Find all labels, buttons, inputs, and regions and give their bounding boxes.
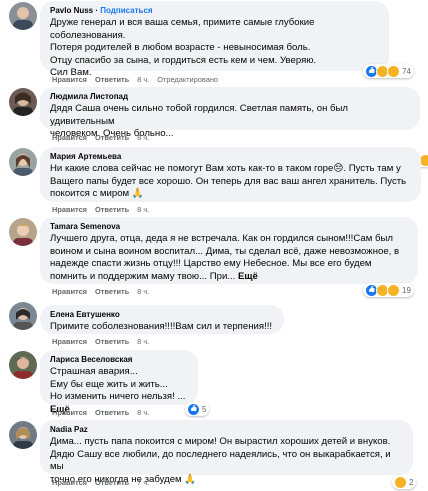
timestamp[interactable]: 8 ч. bbox=[137, 75, 149, 84]
follow-button[interactable]: Подписаться bbox=[100, 6, 152, 15]
author-name[interactable]: Лариса Веселовская bbox=[50, 355, 132, 364]
timestamp[interactable]: 8 ч. bbox=[137, 408, 149, 417]
reaction-count: 19 bbox=[402, 285, 411, 295]
comment-text: Друже генерал и вся ваша семья, примите … bbox=[50, 17, 317, 79]
reactions-badge[interactable]: 19 bbox=[363, 283, 414, 297]
avatar[interactable] bbox=[9, 218, 37, 246]
comment-actions: Нравится Ответить 8 ч. bbox=[52, 408, 157, 417]
comment-actions: Нравится Ответить 8 ч. bbox=[52, 205, 157, 214]
sad-reaction-icon bbox=[394, 475, 407, 489]
like-button[interactable]: Нравится bbox=[52, 205, 87, 214]
comment-bubble: Pavlo Nuss · Подписаться Друже генерал и… bbox=[40, 1, 389, 78]
comment-bubble: Nadia Paz Дима... пусть папа покоится с … bbox=[40, 420, 413, 485]
reply-button[interactable]: Ответить bbox=[95, 75, 129, 84]
avatar[interactable] bbox=[9, 2, 37, 30]
author-name[interactable]: Людмила Листопад bbox=[50, 92, 128, 101]
author-name[interactable]: Pavlo Nuss bbox=[50, 6, 93, 15]
author-name[interactable]: Tamara Semenova bbox=[50, 222, 120, 231]
comment-actions: Нравится Ответить 8 ч. bbox=[52, 287, 157, 296]
avatar[interactable] bbox=[9, 148, 37, 176]
care-reaction-icon bbox=[387, 283, 400, 297]
comment-text: Ни какие слова сейчас не помогут Вам хот… bbox=[50, 163, 407, 200]
reactions-badge[interactable]: 2 bbox=[392, 475, 417, 489]
like-button[interactable]: Нравится bbox=[52, 75, 87, 84]
author-name[interactable]: Елена Евтушенко bbox=[50, 310, 120, 319]
like-button[interactable]: Нравится bbox=[52, 337, 87, 346]
reply-button[interactable]: Ответить bbox=[95, 337, 129, 346]
reply-button[interactable]: Ответить bbox=[95, 408, 129, 417]
author-name[interactable]: Мария Артемьева bbox=[50, 152, 121, 161]
reaction-count: 74 bbox=[402, 66, 411, 76]
avatar[interactable] bbox=[9, 302, 37, 330]
comment-actions: Нравится Ответить 8 ч. Отредактировано bbox=[52, 75, 226, 84]
comment-actions: Нравится Ответить 7 ч. bbox=[52, 478, 157, 487]
avatar[interactable] bbox=[9, 88, 37, 116]
comment-author[interactable]: Лариса Веселовская bbox=[50, 354, 188, 365]
care-reaction-icon bbox=[387, 64, 400, 78]
comment-author[interactable]: Nadia Paz bbox=[50, 424, 403, 435]
reaction-count: 2 bbox=[409, 477, 414, 487]
comment-bubble: Tamara Semenova Лучшего друга, отца, дед… bbox=[40, 217, 418, 284]
comment-text: Примите соболезнования!!!!Вам сил и терп… bbox=[50, 321, 273, 332]
reactions-badge[interactable]: 5 bbox=[185, 402, 210, 416]
comment-author[interactable]: Мария Артемьева bbox=[50, 151, 411, 162]
avatar[interactable] bbox=[9, 351, 37, 379]
reply-button[interactable]: Ответить bbox=[95, 478, 129, 487]
comment-actions: Нравится Ответить 8 ч. bbox=[52, 133, 157, 142]
comment-author[interactable]: Елена Евтушенко bbox=[50, 309, 274, 320]
comment-author[interactable]: Pavlo Nuss · Подписаться bbox=[50, 5, 379, 16]
comment-author[interactable]: Людмила Листопад bbox=[50, 91, 410, 102]
comment-bubble: Людмила Листопад Дядя Саша очень сильно … bbox=[40, 87, 420, 139]
like-reaction-icon bbox=[187, 402, 200, 416]
timestamp[interactable]: 7 ч. bbox=[137, 478, 149, 487]
comment-bubble: Лариса Веселовская Страшная авария... Ем… bbox=[40, 350, 198, 415]
reply-button[interactable]: Ответить bbox=[95, 287, 129, 296]
like-button[interactable]: Нравится bbox=[52, 478, 87, 487]
comment-actions: Нравится Ответить 8 ч. bbox=[52, 337, 157, 346]
comment-text: Лучшего друга, отца, деда я не встречала… bbox=[50, 233, 400, 282]
timestamp[interactable]: 8 ч. bbox=[137, 205, 149, 214]
reaction-count: 5 bbox=[202, 404, 207, 414]
like-button[interactable]: Нравится bbox=[52, 408, 87, 417]
author-name[interactable]: Nadia Paz bbox=[50, 425, 88, 434]
timestamp[interactable]: 8 ч. bbox=[137, 337, 149, 346]
avatar[interactable] bbox=[9, 421, 37, 449]
reply-button[interactable]: Ответить bbox=[95, 133, 129, 142]
reactions-badge[interactable]: 74 bbox=[363, 64, 414, 78]
like-button[interactable]: Нравится bbox=[52, 133, 87, 142]
see-more-link[interactable]: Ещё bbox=[238, 271, 258, 282]
edited-label: Отредактировано bbox=[157, 75, 219, 84]
reply-button[interactable]: Ответить bbox=[95, 205, 129, 214]
like-button[interactable]: Нравится bbox=[52, 287, 87, 296]
comment-author[interactable]: Tamara Semenova bbox=[50, 221, 408, 232]
timestamp[interactable]: 8 ч. bbox=[137, 133, 149, 142]
comment-bubble: Елена Евтушенко Примите соболезнования!!… bbox=[40, 305, 284, 334]
comment-bubble: Мария Артемьева Ни какие слова сейчас не… bbox=[40, 147, 421, 202]
timestamp[interactable]: 8 ч. bbox=[137, 287, 149, 296]
